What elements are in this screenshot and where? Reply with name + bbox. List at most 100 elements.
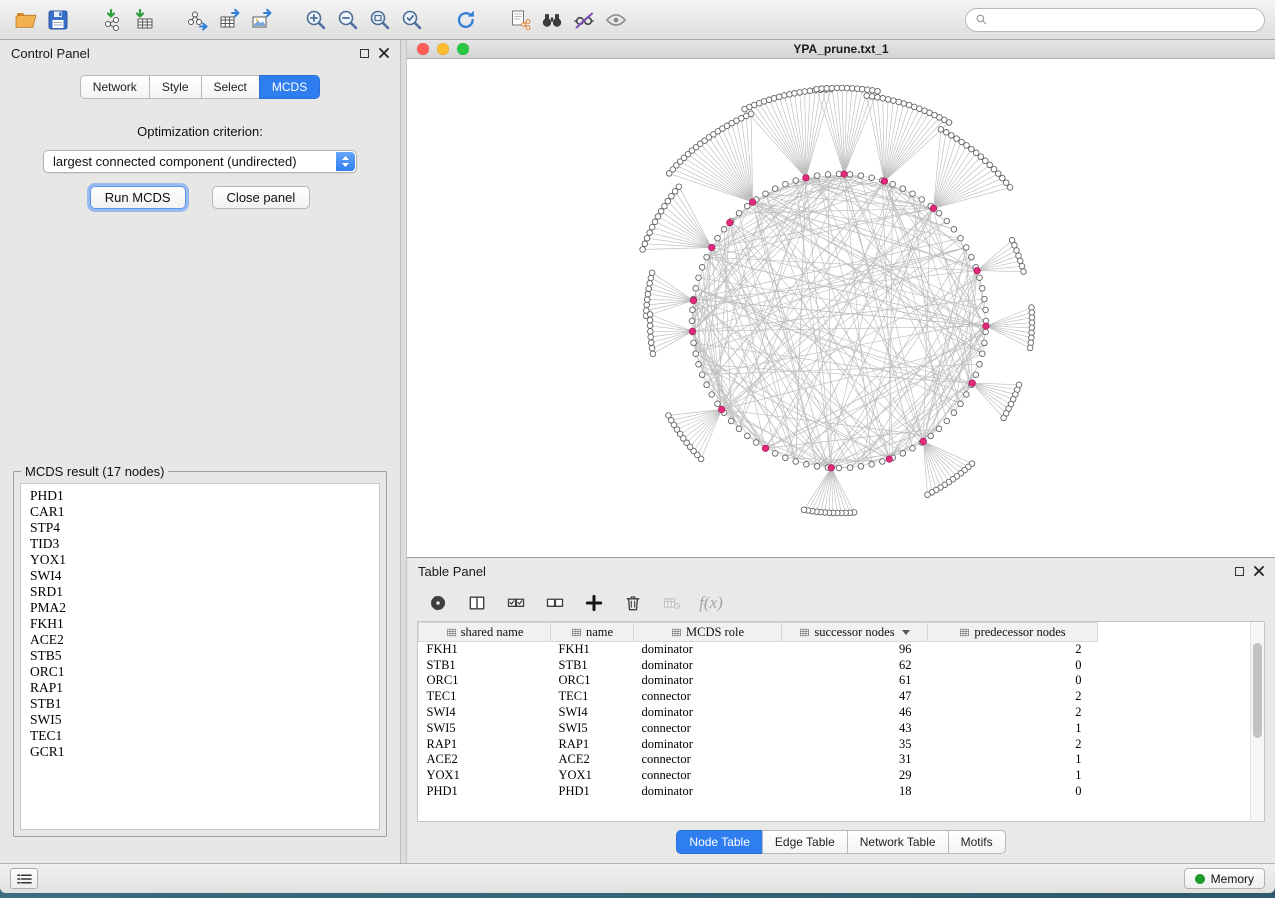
- memory-button[interactable]: Memory: [1184, 868, 1265, 889]
- mcds-result-item[interactable]: ORC1: [21, 664, 379, 680]
- mcds-result-item[interactable]: RAP1: [21, 680, 379, 696]
- import-network-button[interactable]: [96, 5, 128, 35]
- column-header-shared-name[interactable]: shared name: [419, 623, 551, 642]
- tab-mcds[interactable]: MCDS: [259, 75, 320, 99]
- mcds-result-item[interactable]: STP4: [21, 520, 379, 536]
- mcds-result-item[interactable]: TID3: [21, 536, 379, 552]
- close-panel-icon[interactable]: [379, 48, 389, 58]
- column-header-name[interactable]: name: [551, 623, 634, 642]
- tab-style[interactable]: Style: [149, 75, 201, 99]
- table-row[interactable]: YOX1YOX1connector291: [419, 768, 1251, 784]
- window-zoom-button[interactable]: [457, 43, 469, 55]
- main-area: Control Panel NetworkStyleSelectMCDS Opt…: [0, 40, 1275, 863]
- table-row[interactable]: SWI5SWI5connector431: [419, 721, 1251, 737]
- mcds-result-item[interactable]: SWI5: [21, 712, 379, 728]
- zoom-out-button[interactable]: [332, 5, 364, 35]
- search-box[interactable]: [965, 8, 1265, 32]
- window-close-button[interactable]: [417, 43, 429, 55]
- mcds-result-item[interactable]: YOX1: [21, 552, 379, 568]
- cell-predecessor-nodes: 0: [928, 784, 1098, 800]
- column-header-MCDS-role[interactable]: MCDS role: [634, 623, 782, 642]
- table-row[interactable]: SWI4SWI4dominator462: [419, 705, 1251, 721]
- cell-MCDS-role: dominator: [634, 673, 782, 689]
- mcds-result-item[interactable]: FKH1: [21, 616, 379, 632]
- sort-indicator-icon[interactable]: [902, 630, 910, 635]
- export-network-icon: [186, 8, 210, 32]
- mcds-result-item[interactable]: SWI4: [21, 568, 379, 584]
- column-header-predecessor-nodes[interactable]: predecessor nodes: [928, 623, 1098, 642]
- tab-network[interactable]: Network: [80, 75, 149, 99]
- split-view-button[interactable]: [462, 589, 492, 617]
- first-neighbors-button[interactable]: [536, 5, 568, 35]
- column-header-successor-nodes[interactable]: successor nodes: [782, 623, 928, 642]
- table-row[interactable]: ORC1ORC1dominator610: [419, 673, 1251, 689]
- search-input[interactable]: [993, 13, 1255, 27]
- grid-icon: [799, 627, 810, 638]
- function-builder-button[interactable]: f(x): [696, 589, 726, 617]
- window-minimize-button[interactable]: [437, 43, 449, 55]
- cell-predecessor-nodes: 2: [928, 736, 1098, 752]
- mcds-result-list[interactable]: PHD1CAR1STP4TID3YOX1SWI4SRD1PMA2FKH1ACE2…: [20, 483, 380, 830]
- mcds-result-item[interactable]: GCR1: [21, 744, 379, 760]
- tab-edge-table[interactable]: Edge Table: [762, 830, 847, 854]
- refresh-view-button[interactable]: [450, 5, 482, 35]
- scrollbar-thumb[interactable]: [1253, 643, 1262, 738]
- close-panel-button[interactable]: Close panel: [212, 186, 311, 209]
- zoom-in-button[interactable]: [300, 5, 332, 35]
- mcds-result-item[interactable]: PMA2: [21, 600, 379, 616]
- save-session-button[interactable]: [42, 5, 74, 35]
- export-image-button[interactable]: [246, 5, 278, 35]
- table-row[interactable]: PHD1PHD1dominator180: [419, 784, 1251, 800]
- criterion-dropdown[interactable]: largest connected component (undirected): [43, 150, 357, 173]
- hide-selected-button[interactable]: [568, 5, 600, 35]
- table-row[interactable]: ACE2ACE2connector311: [419, 752, 1251, 768]
- import-table-icon: [132, 8, 156, 32]
- open-file-button[interactable]: [10, 5, 42, 35]
- add-row-button[interactable]: [579, 589, 609, 617]
- delete-column-button[interactable]: [657, 589, 687, 617]
- tab-motifs[interactable]: Motifs: [948, 830, 1006, 854]
- tab-select[interactable]: Select: [201, 75, 259, 99]
- mcds-result-item[interactable]: ACE2: [21, 632, 379, 648]
- task-history-button[interactable]: [10, 868, 38, 889]
- export-network-button[interactable]: [182, 5, 214, 35]
- mcds-result-item[interactable]: STB5: [21, 648, 379, 664]
- import-table-button[interactable]: [128, 5, 160, 35]
- delete-row-button[interactable]: [618, 589, 648, 617]
- network-canvas[interactable]: [407, 59, 1275, 557]
- column-settings-button[interactable]: [423, 589, 453, 617]
- table-row[interactable]: RAP1RAP1dominator352: [419, 736, 1251, 752]
- mcds-result-item[interactable]: CAR1: [21, 504, 379, 520]
- show-all-icon: [604, 8, 628, 32]
- mcds-result-item[interactable]: PHD1: [21, 488, 379, 504]
- close-table-panel-icon[interactable]: [1254, 566, 1264, 576]
- status-bar: Memory: [0, 863, 1275, 893]
- zoom-in-icon: [304, 8, 328, 32]
- clone-network-button[interactable]: [504, 5, 536, 35]
- run-mcds-button[interactable]: Run MCDS: [90, 186, 186, 209]
- table-row[interactable]: TEC1TEC1connector472: [419, 689, 1251, 705]
- table-row[interactable]: FKH1FKH1dominator962: [419, 642, 1251, 658]
- mcds-result-item[interactable]: TEC1: [21, 728, 379, 744]
- tab-node-table[interactable]: Node Table: [676, 830, 762, 854]
- zoom-selected-button[interactable]: [396, 5, 428, 35]
- export-table-button[interactable]: [214, 5, 246, 35]
- float-table-panel-icon[interactable]: [1235, 567, 1244, 576]
- cell-predecessor-nodes: 2: [928, 689, 1098, 705]
- clone-network-icon: [508, 8, 532, 32]
- cell-successor-nodes: 46: [782, 705, 928, 721]
- cell-MCDS-role: dominator: [634, 784, 782, 800]
- show-all-button[interactable]: [600, 5, 632, 35]
- hide-selected-icon: [572, 8, 596, 32]
- table-row[interactable]: STB1STB1dominator620: [419, 658, 1251, 674]
- mcds-result-item[interactable]: SRD1: [21, 584, 379, 600]
- table-scrollbar[interactable]: [1250, 622, 1264, 821]
- network-graph[interactable]: [407, 59, 1275, 557]
- deselect-all-button[interactable]: [540, 589, 570, 617]
- tab-network-table[interactable]: Network Table: [847, 830, 948, 854]
- zoom-fit-button[interactable]: [364, 5, 396, 35]
- float-panel-icon[interactable]: [360, 49, 369, 58]
- select-all-button[interactable]: [501, 589, 531, 617]
- add-row-icon: [584, 593, 604, 613]
- mcds-result-item[interactable]: STB1: [21, 696, 379, 712]
